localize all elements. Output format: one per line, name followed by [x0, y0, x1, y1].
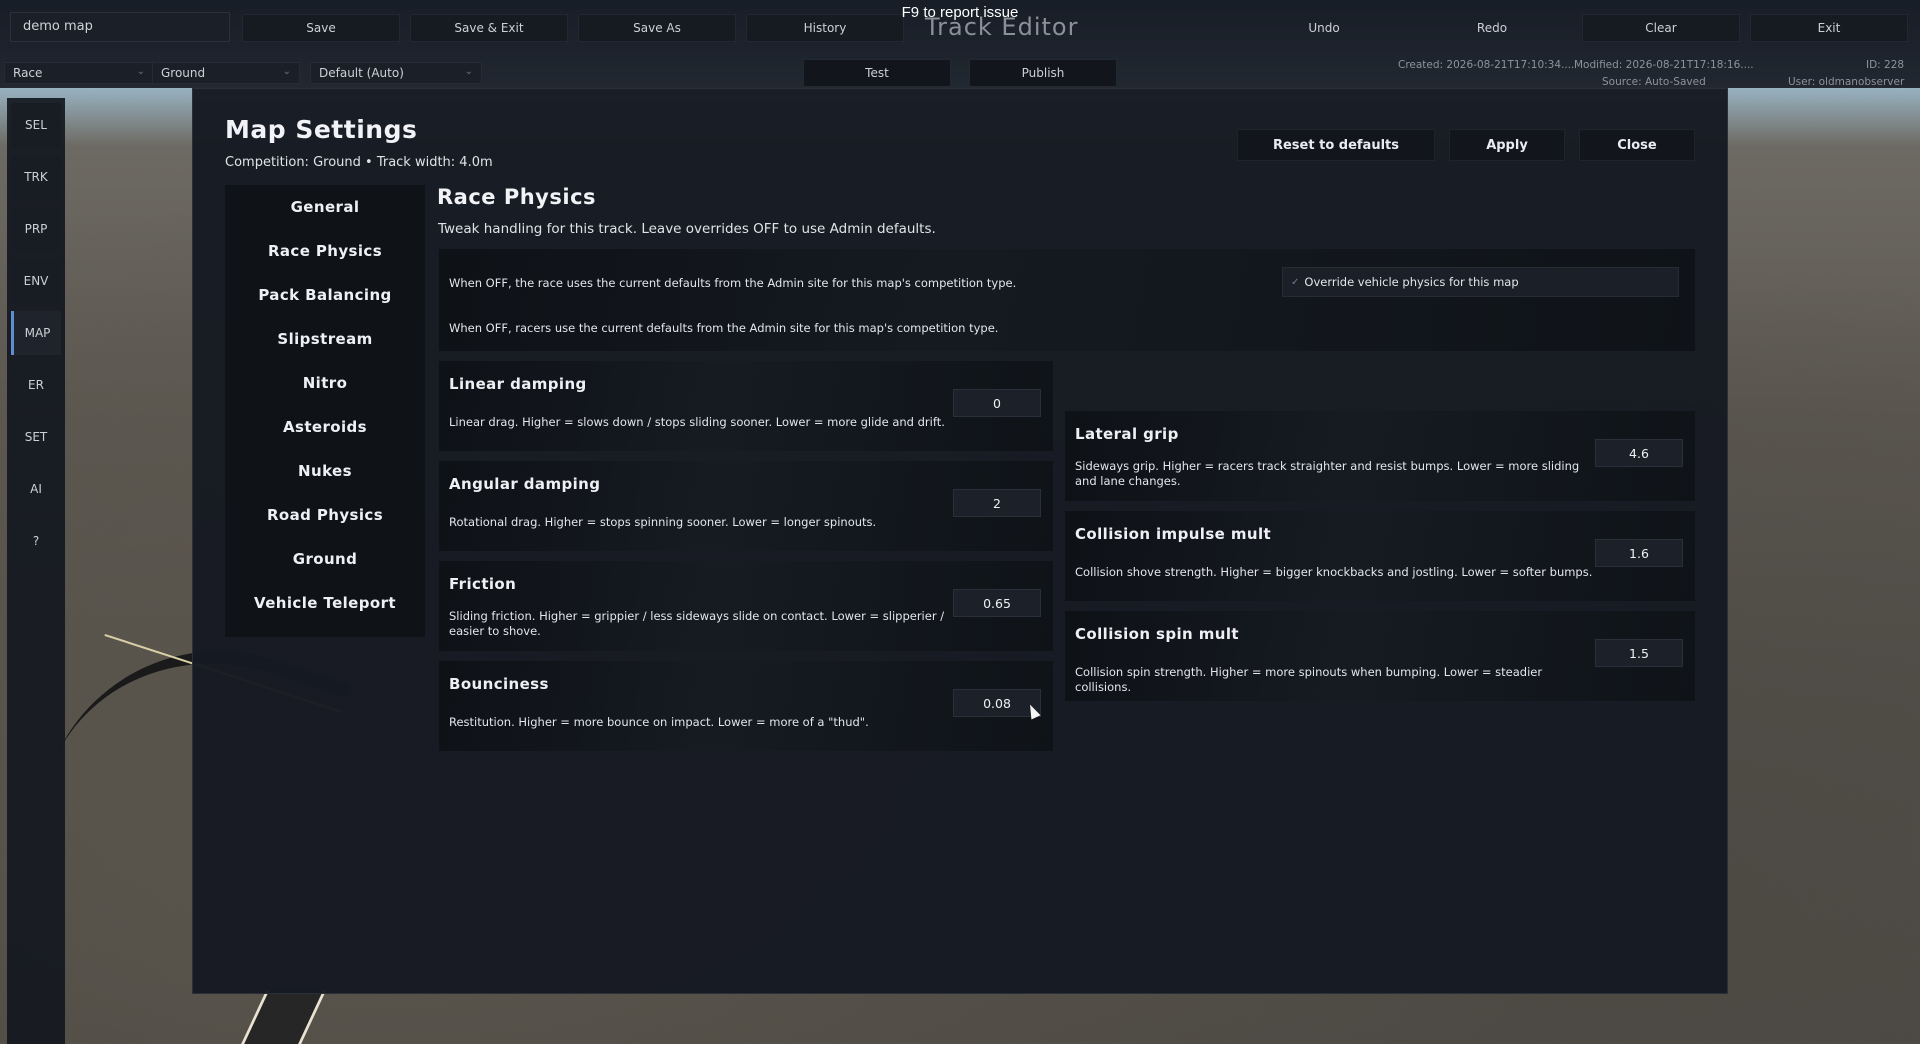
param-title: Linear damping: [449, 375, 587, 393]
section-title: Race Physics: [437, 185, 597, 209]
chevron-down-icon: ⌄: [282, 66, 291, 77]
preset-dropdown[interactable]: Default (Auto) ⌄: [310, 62, 482, 84]
surface-dropdown[interactable]: Ground ⌄: [152, 62, 300, 84]
override-panel: When OFF, the race uses the current defa…: [439, 249, 1695, 351]
reset-defaults-button[interactable]: Reset to defaults: [1237, 129, 1435, 161]
override-note-race: When OFF, the race uses the current defa…: [449, 276, 1017, 290]
dialog-title: Map Settings: [225, 115, 418, 144]
param-title: Bounciness: [449, 675, 549, 693]
tool-prp-button[interactable]: PRP: [11, 207, 61, 251]
collision-spin-input[interactable]: 1.5: [1595, 639, 1683, 667]
param-title: Collision impulse mult: [1075, 525, 1272, 543]
category-nav: General Race Physics Pack Balancing Slip…: [225, 185, 425, 637]
category-slipstream[interactable]: Slipstream: [225, 321, 425, 357]
friction-input[interactable]: 0.65: [953, 589, 1041, 617]
chevron-down-icon: ⌄: [464, 66, 473, 77]
close-button[interactable]: Close: [1579, 129, 1695, 161]
category-nitro[interactable]: Nitro: [225, 365, 425, 401]
param-description: Restitution. Higher = more bounce on imp…: [449, 715, 869, 729]
param-card-angular-damping: Angular damping Rotational drag. Higher …: [439, 461, 1053, 551]
mode-dropdown-value: Race: [13, 66, 43, 80]
param-description: Linear drag. Higher = slows down / stops…: [449, 415, 945, 429]
current-user: User: oldmanobserver: [1788, 76, 1905, 88]
exit-button[interactable]: Exit: [1750, 14, 1908, 42]
category-pack-balancing[interactable]: Pack Balancing: [225, 277, 425, 313]
track-road-segment: [233, 990, 327, 1044]
test-button[interactable]: Test: [803, 59, 951, 87]
lateral-grip-input[interactable]: 4.6: [1595, 439, 1683, 467]
category-asteroids[interactable]: Asteroids: [225, 409, 425, 445]
surface-dropdown-value: Ground: [161, 66, 206, 80]
param-card-lateral-grip: Lateral grip Sideways grip. Higher = rac…: [1065, 411, 1695, 501]
tool-sel-button[interactable]: SEL: [11, 103, 61, 147]
category-vehicle-teleport[interactable]: Vehicle Teleport: [225, 585, 425, 621]
redo-button[interactable]: Redo: [1418, 14, 1566, 42]
param-description: Sliding friction. Higher = grippier / le…: [449, 609, 945, 638]
param-card-collision-spin: Collision spin mult Collision spin stren…: [1065, 611, 1695, 701]
param-title: Angular damping: [449, 475, 601, 493]
tool-trk-button[interactable]: TRK: [11, 155, 61, 199]
section-subtitle: Tweak handling for this track. Leave ove…: [438, 221, 936, 237]
param-description: Collision shove strength. Higher = bigge…: [1075, 565, 1593, 579]
clear-button[interactable]: Clear: [1582, 14, 1740, 42]
undo-button[interactable]: Undo: [1250, 14, 1398, 42]
category-nukes[interactable]: Nukes: [225, 453, 425, 489]
preset-dropdown-value: Default (Auto): [319, 66, 404, 80]
category-general[interactable]: General: [225, 189, 425, 225]
apply-button[interactable]: Apply: [1449, 129, 1565, 161]
tool-help-button[interactable]: ?: [11, 519, 61, 563]
created-timestamp: Created: 2026-08-21T17:10:34....: [1398, 59, 1575, 71]
publish-button[interactable]: Publish: [969, 59, 1117, 87]
param-card-collision-impulse: Collision impulse mult Collision shove s…: [1065, 511, 1695, 601]
override-physics-checkbox[interactable]: ✓ Override vehicle physics for this map: [1282, 267, 1679, 297]
param-card-bounciness: Bounciness Restitution. Higher = more bo…: [439, 661, 1053, 751]
collision-impulse-input[interactable]: 1.6: [1595, 539, 1683, 567]
param-card-linear-damping: Linear damping Linear drag. Higher = slo…: [439, 361, 1053, 451]
param-title: Collision spin mult: [1075, 625, 1239, 643]
chevron-down-icon: ⌄: [136, 66, 145, 77]
override-note-racers: When OFF, racers use the current default…: [449, 321, 999, 335]
tool-ai-button[interactable]: AI: [11, 467, 61, 511]
category-road-physics[interactable]: Road Physics: [225, 497, 425, 533]
tool-set-button[interactable]: SET: [11, 415, 61, 459]
linear-damping-input[interactable]: 0: [953, 389, 1041, 417]
modified-timestamp: Modified: 2026-08-21T17:18:16....: [1574, 59, 1754, 71]
save-source: Source: Auto-Saved: [1602, 76, 1706, 88]
category-ground[interactable]: Ground: [225, 541, 425, 577]
top-toolbar: demo map Save Save & Exit Save As Histor…: [0, 0, 1920, 88]
param-description: Collision spin strength. Higher = more s…: [1075, 665, 1543, 694]
map-id: ID: 228: [1866, 59, 1905, 71]
angular-damping-input[interactable]: 2: [953, 489, 1041, 517]
tool-er-button[interactable]: ER: [11, 363, 61, 407]
map-settings-dialog: Map Settings Competition: Ground • Track…: [192, 88, 1728, 994]
dialog-subtitle: Competition: Ground • Track width: 4.0m: [225, 155, 493, 170]
param-title: Friction: [449, 575, 517, 593]
override-physics-label: Override vehicle physics for this map: [1304, 275, 1519, 289]
param-card-friction: Friction Sliding friction. Higher = grip…: [439, 561, 1053, 651]
checkmark-icon: ✓: [1291, 276, 1300, 288]
param-description: Sideways grip. Higher = racers track str…: [1075, 459, 1580, 488]
tool-rail: SEL TRK PRP ENV MAP ER SET AI ?: [7, 98, 65, 1044]
param-title: Lateral grip: [1075, 425, 1179, 443]
param-description: Rotational drag. Higher = stops spinning…: [449, 515, 877, 529]
tool-env-button[interactable]: ENV: [11, 259, 61, 303]
category-race-physics[interactable]: Race Physics: [225, 233, 425, 269]
tool-map-button[interactable]: MAP: [11, 311, 61, 355]
mode-dropdown[interactable]: Race ⌄: [4, 62, 154, 84]
